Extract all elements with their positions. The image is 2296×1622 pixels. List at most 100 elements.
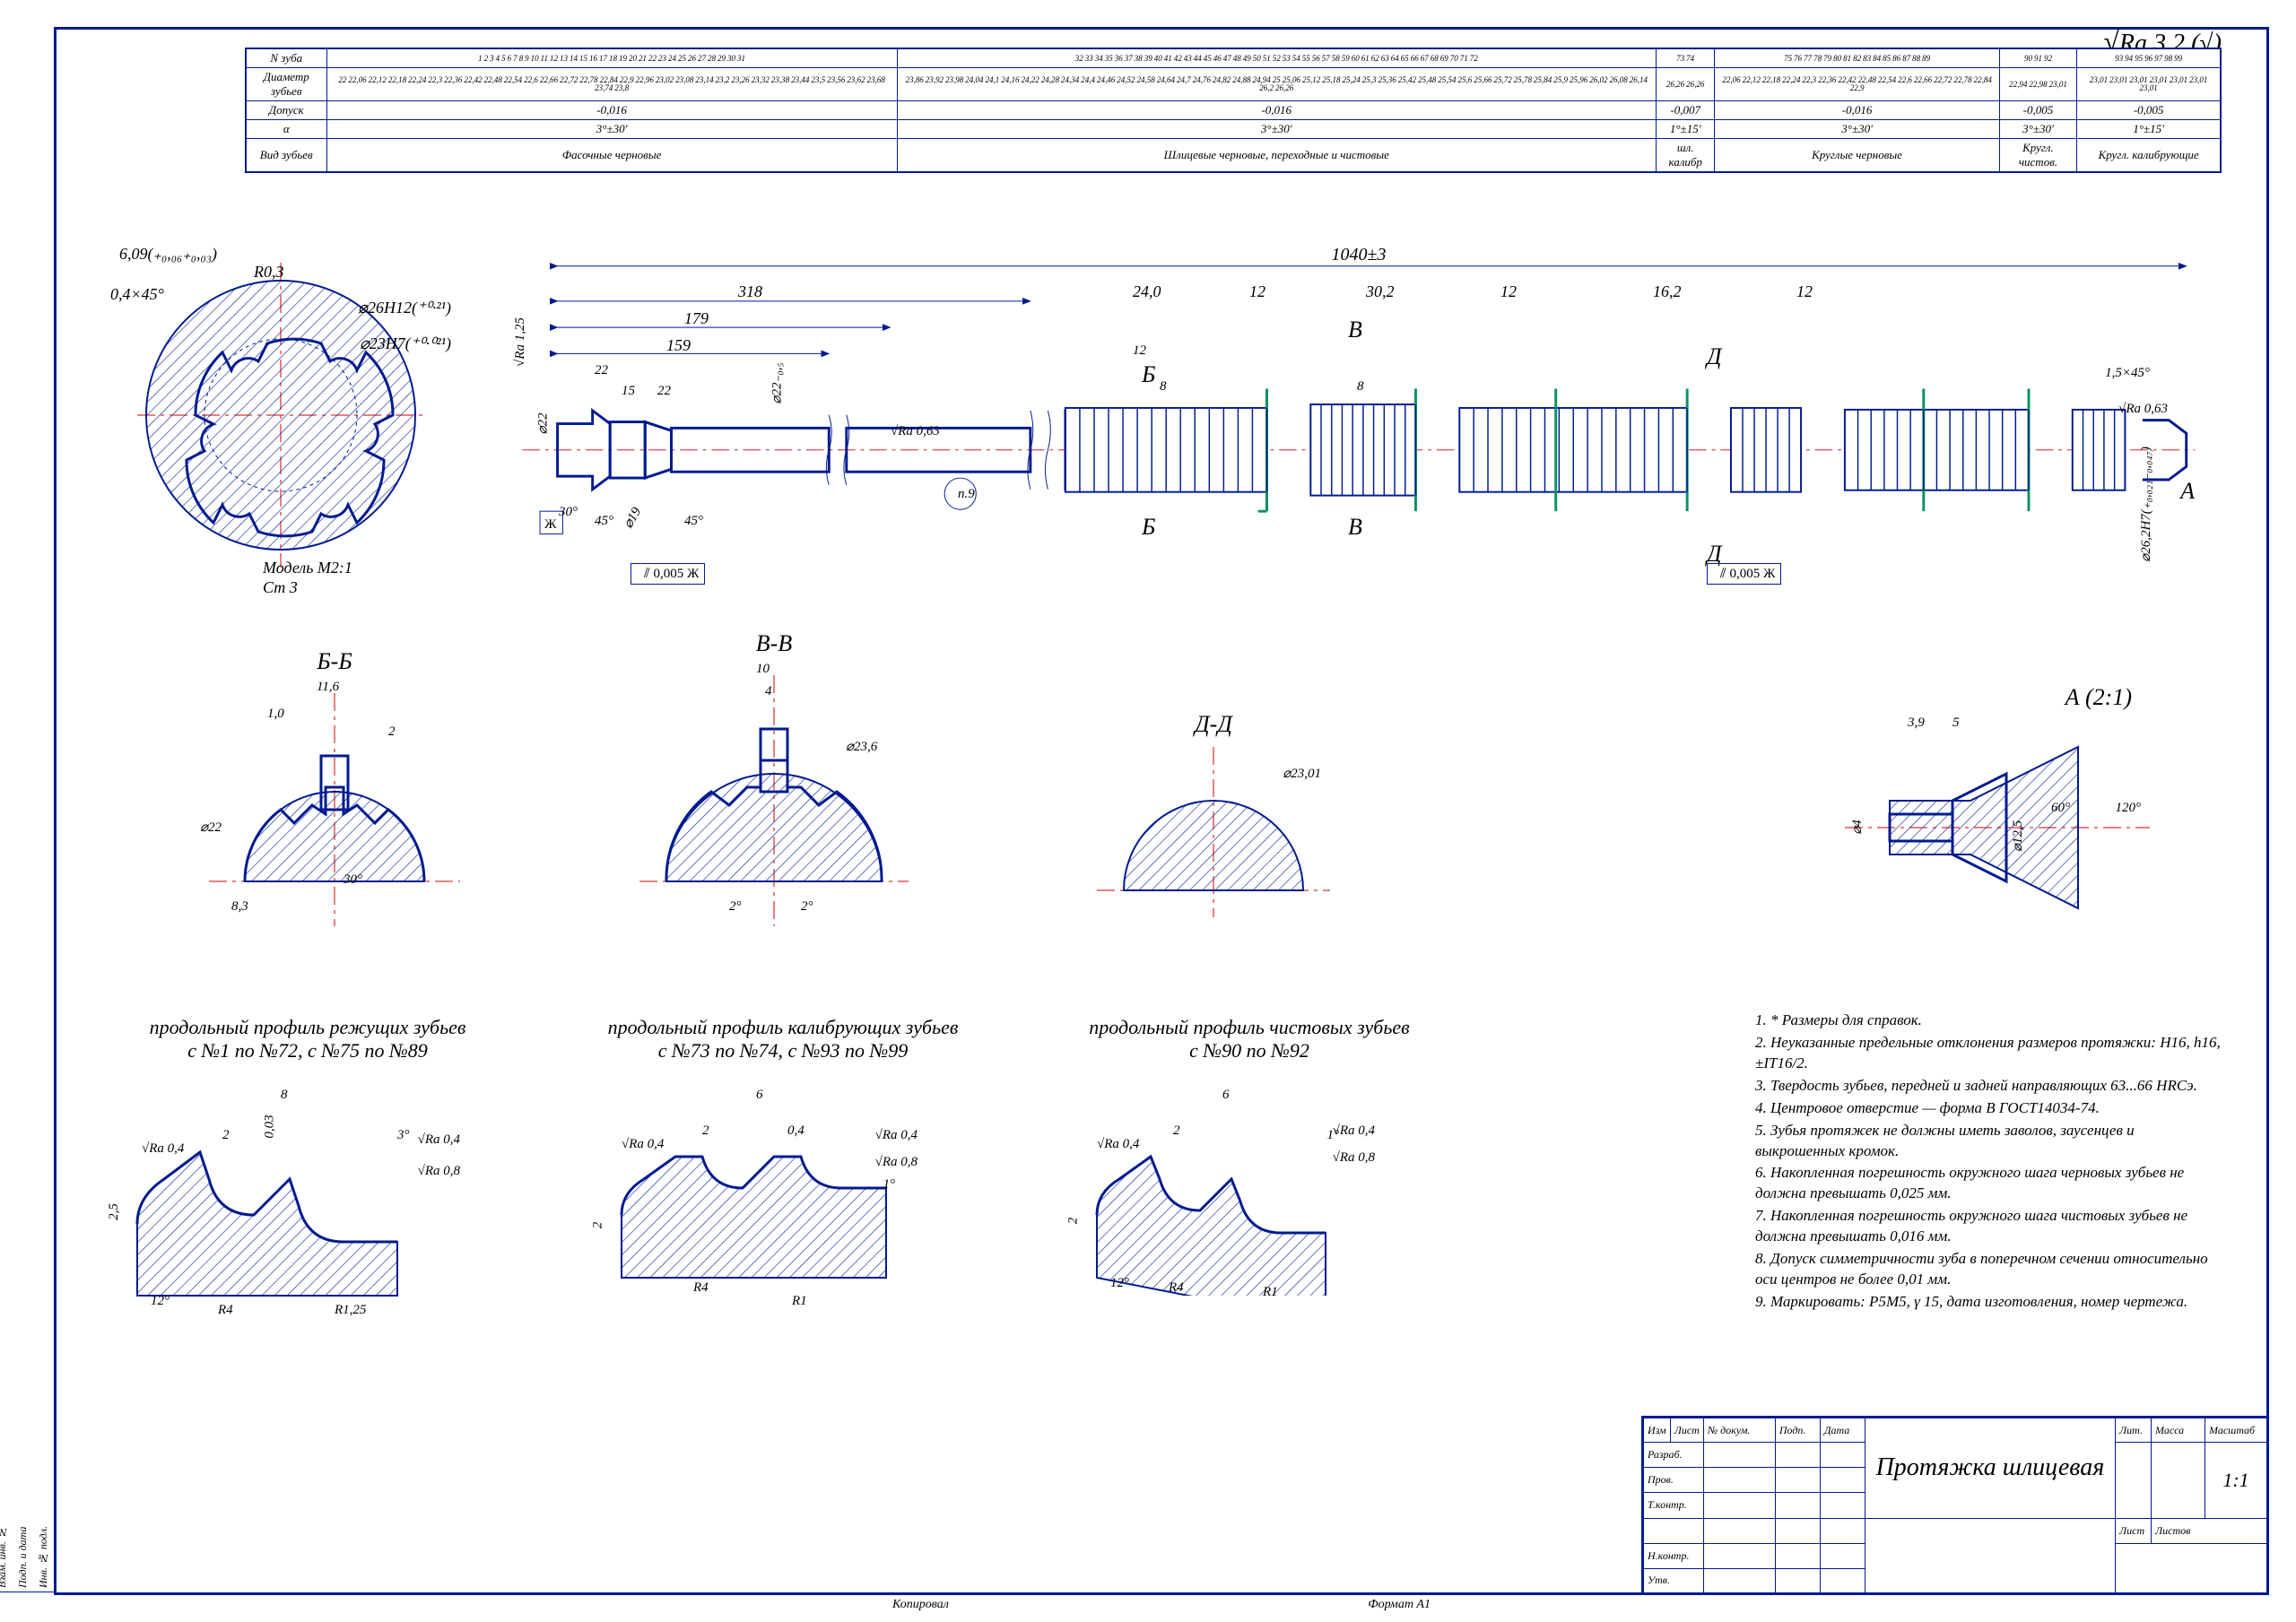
footer-format: Формат А1 xyxy=(1368,1598,1431,1612)
dim: 10 xyxy=(756,662,770,677)
tooth-nums-g4: 909192 xyxy=(1999,48,2077,68)
tb-hdr: № докум. xyxy=(1703,1418,1775,1443)
ra: √Ra 0,8 xyxy=(875,1155,918,1170)
dim: 6 xyxy=(1222,1088,1230,1103)
profile1-svg xyxy=(101,1063,514,1314)
row-header: Диаметр зубьев xyxy=(246,68,326,101)
dim: 8,3 xyxy=(231,899,248,915)
tb-row: Утв. xyxy=(1643,1568,1704,1593)
ra: √Ra 0,4 xyxy=(142,1141,184,1157)
dim: 318 xyxy=(738,282,762,301)
tooth-diam-g2: 26,2626,26 xyxy=(1656,68,1715,101)
angle: 45° xyxy=(684,514,703,529)
dia: ⌀22 xyxy=(535,412,552,434)
dim: 11,6 xyxy=(317,680,339,695)
detail-a: А (2:1) 3,9 5 ⌀4 ⌀12,5 60° 120° xyxy=(1836,684,2159,935)
callout: В xyxy=(1348,514,1362,541)
label: А (2:1) xyxy=(1836,684,2159,711)
dim: R0,3 xyxy=(254,263,284,282)
dim: 12 xyxy=(1500,282,1517,301)
tooth-nums-g5: 93949596979899 xyxy=(2077,48,2221,68)
tol-frame: ⫽ 0,005 Ж xyxy=(631,563,705,585)
note: 5. Зубья протяжек не должны иметь заволо… xyxy=(1755,1121,2222,1162)
tb-hdr: Дата xyxy=(1820,1418,1865,1443)
ra: √Ra 0,8 xyxy=(1333,1150,1375,1166)
tooth-diam-g5: 23,0123,0123,0123,0123,0123,0123,01 xyxy=(2077,68,2221,101)
ra: √Ra 0,4 xyxy=(418,1132,460,1148)
tooth-nums-g2: 7374 xyxy=(1656,48,1715,68)
dim: 159 xyxy=(666,336,691,355)
dim: ⌀4 xyxy=(1848,820,1866,835)
angle: 45° xyxy=(595,514,613,529)
caption: Модель М2:1 xyxy=(263,559,352,577)
tb-row xyxy=(1643,1518,1704,1543)
dim: 8 xyxy=(1357,379,1364,395)
total-length: 1040±3 xyxy=(1332,245,1387,265)
row-header: N зуба xyxy=(246,48,326,68)
dim: R4 xyxy=(218,1303,233,1318)
dia: ⌀22₋₀,₅ xyxy=(769,362,786,403)
sheets: Листов xyxy=(2152,1518,2268,1543)
tooth-nums-g1: 3233343536373839404142434445464748495051… xyxy=(897,48,1656,68)
staple-label: Инв. № подл. xyxy=(33,30,54,1592)
section-bb-svg xyxy=(191,675,478,935)
type: Шлицевые черновые, переходные и чистовые xyxy=(897,139,1656,173)
label: В-В xyxy=(622,630,926,657)
caption: Ст 3 xyxy=(263,578,298,597)
alpha: 3°±30' xyxy=(1715,120,1999,139)
tooth-nums-g3: 757677787980818283848586878889 xyxy=(1715,48,1999,68)
dim: ⌀23,01 xyxy=(1283,765,1321,782)
dim: 2 xyxy=(388,724,396,740)
dim: 15 xyxy=(622,384,635,399)
ra: √Ra 0,8 xyxy=(418,1164,460,1179)
row-header: α xyxy=(246,120,326,139)
dim: R4 xyxy=(693,1280,709,1296)
note: 4. Центровое отверстие — форма В ГОСТ140… xyxy=(1755,1098,2222,1119)
ra: √Ra 0,63 xyxy=(891,424,940,439)
tb-hdr: Масштаб xyxy=(2205,1418,2268,1443)
alpha: 1°±15' xyxy=(2077,120,2221,139)
caption: продольный профиль режущих зубьев с №1 п… xyxy=(101,1016,514,1063)
alpha: 3°±30' xyxy=(326,120,897,139)
dim: 0,03 xyxy=(263,1115,278,1138)
dim: 5 xyxy=(1952,716,1960,731)
tooth-diam-g1: 23,8623,9223,9824,0424,124,1624,2224,282… xyxy=(897,68,1656,101)
section-bb: Б-Б 11,6 1,0 2 ⌀22 30° 8,3 xyxy=(191,648,478,935)
dim: 24,0 xyxy=(1133,282,1161,301)
dim: R1,25 xyxy=(335,1303,366,1318)
ra: √Ra 0,4 xyxy=(1097,1137,1139,1152)
tooth-diam-g4: 22,9422,9823,01 xyxy=(1999,68,2077,101)
tb-row: Разраб. xyxy=(1643,1443,1704,1468)
dim: 1° xyxy=(883,1177,896,1193)
dim: 4 xyxy=(765,684,772,699)
dim: ⌀23,6 xyxy=(846,738,877,755)
main-view: 1040±3 318 179 159 22 15 22 24,0 12 30,2… xyxy=(505,209,2213,603)
footer-kopir: Копировал xyxy=(892,1598,949,1612)
dim: 22 xyxy=(595,363,608,378)
label: Б-Б xyxy=(191,648,478,675)
binding-margin: Инв. № подл. Подп. и дата Взам. инв. № И… xyxy=(21,30,57,1592)
profile-calibrating: продольный профиль калибрующих зубьев с … xyxy=(586,1016,980,1357)
section-vv-svg xyxy=(622,657,926,935)
dim: 6 xyxy=(756,1088,763,1103)
dim: 12 xyxy=(1249,282,1265,301)
ra: √Ra 0,4 xyxy=(875,1128,918,1143)
dim: 8 xyxy=(1160,379,1167,395)
scale: 1:1 xyxy=(2205,1443,2268,1518)
drawing-frame: Ra 3,2 (√) Инв. № подл. Подп. и дата Вза… xyxy=(54,27,2269,1595)
dim: R4 xyxy=(1169,1280,1184,1296)
dim: R1 xyxy=(1263,1285,1278,1300)
dim: 0,4 xyxy=(787,1123,804,1139)
profile2-svg xyxy=(586,1063,980,1296)
note: 1. * Размеры для справок. xyxy=(1755,1010,2222,1031)
dim: ⌀26H12(⁺⁰·²¹) xyxy=(358,299,451,317)
alpha: 3°±30' xyxy=(897,120,1656,139)
note: 3. Твердость зубьев, передней и задней н… xyxy=(1755,1076,2222,1097)
dim: 12° xyxy=(1110,1276,1129,1291)
type: Фасочные черновые xyxy=(326,139,897,173)
profile3-svg xyxy=(1061,1063,1438,1296)
tol: -0,007 xyxy=(1656,101,1715,120)
tooth-data-table: N зуба 123456789101112131415161718192021… xyxy=(245,48,2222,173)
callout: Д xyxy=(1707,343,1722,370)
dim: ⌀23H7(⁺⁰·⁰²¹) xyxy=(360,334,451,353)
